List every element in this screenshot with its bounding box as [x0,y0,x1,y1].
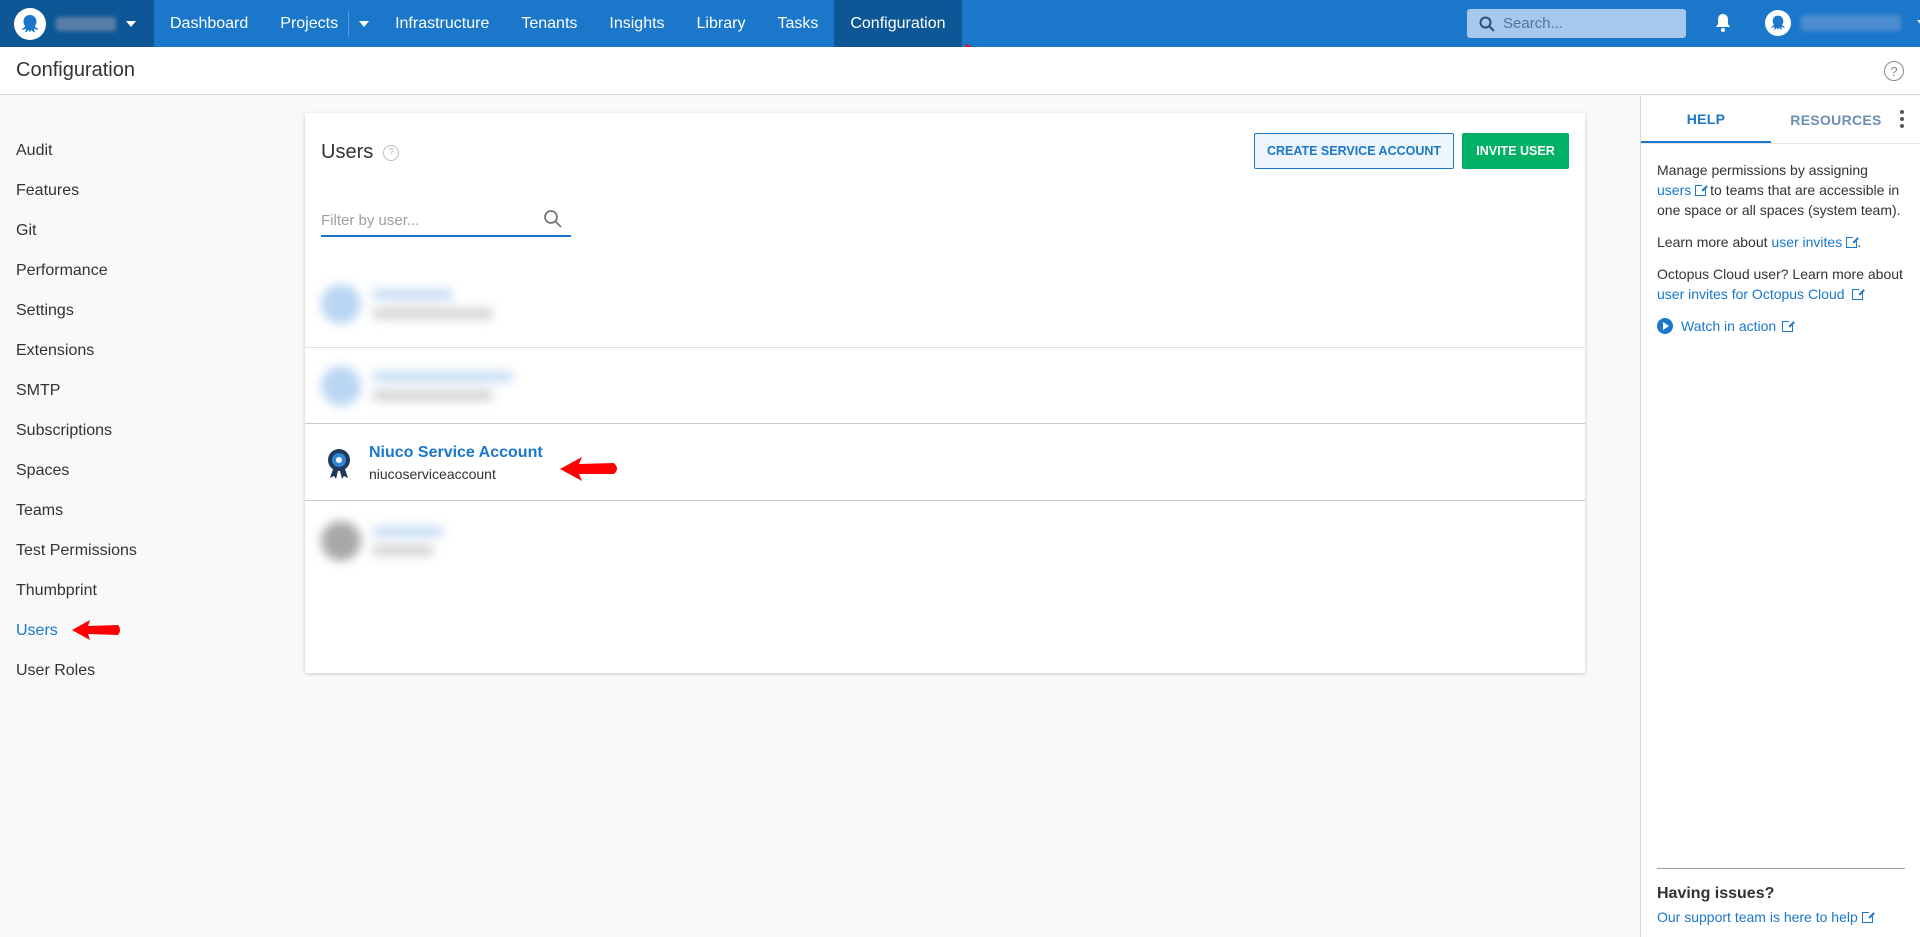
external-link-icon [1846,235,1860,248]
filter-by-user-input[interactable] [321,211,531,229]
nav-insights[interactable]: Insights [593,0,680,47]
play-icon [1657,318,1673,334]
notifications-bell-icon[interactable] [1712,12,1734,34]
projects-dropdown-button[interactable] [349,0,379,47]
external-link-icon [1861,910,1875,923]
watch-in-action-link[interactable]: Watch in action [1657,316,1904,336]
help-question-icon[interactable]: ? [383,144,400,161]
help-icon[interactable]: ? [1884,61,1904,81]
tab-help[interactable]: HELP [1641,96,1771,143]
users-title-text: Users [321,141,374,163]
user-invites-link[interactable]: user invites [1771,234,1842,250]
sidebar-item-teams[interactable]: Teams [0,491,240,531]
users-card-title: Users ? [321,141,400,164]
sidebar-item-performance[interactable]: Performance [0,251,240,291]
help-footer: Having issues? Our support team is here … [1657,868,1905,925]
user-avatar-redacted [321,284,361,324]
annotation-arrow-users [72,620,120,640]
user-avatar-icon [1765,10,1791,36]
nav-configuration[interactable]: Configuration [834,0,962,47]
space-switcher[interactable] [0,0,154,47]
user-menu[interactable] [1765,10,1920,36]
sidebar-item-subscriptions[interactable]: Subscriptions [0,411,240,451]
sidebar-item-spaces[interactable]: Spaces [0,451,240,491]
sidebar-item-user-roles[interactable]: User Roles [0,651,240,691]
chevron-down-icon [126,20,136,27]
invite-user-button[interactable]: INVITE USER [1462,133,1569,169]
filter-by-user[interactable] [321,205,571,237]
nav-projects[interactable]: Projects [264,0,348,47]
service-account-name-link[interactable]: Niuco Service Account [369,444,543,462]
help-paragraph-cloud: Octopus Cloud user? Learn more about use… [1657,266,1903,302]
global-search-input[interactable] [1503,15,1673,32]
sidebar-item-thumbprint[interactable]: Thumbprint [0,571,240,611]
sidebar-item-settings[interactable]: Settings [0,291,240,331]
tab-resources[interactable]: RESOURCES [1771,96,1901,143]
external-link-icon [1782,318,1796,332]
main-nav: Dashboard Projects Infrastructure Tenant… [154,0,962,47]
watch-in-action-label[interactable]: Watch in action [1681,316,1776,336]
annotation-arrow-service-account [560,457,617,481]
sidebar-item-smtp[interactable]: SMTP [0,371,240,411]
nav-tenants[interactable]: Tenants [505,0,593,47]
support-team-link[interactable]: Our support team is here to help [1657,909,1905,925]
top-navigation-bar: Dashboard Projects Infrastructure Tenant… [0,0,1920,47]
user-row-redacted[interactable] [305,348,1585,424]
configuration-sidebar: Audit Features Git Performance Settings … [0,96,240,691]
sidebar-item-audit[interactable]: Audit [0,131,240,171]
user-avatar-redacted [321,365,361,406]
search-icon [544,210,562,228]
user-row-service-account[interactable]: Niuco Service Account niucoserviceaccoun… [305,425,1585,501]
user-name-redacted [1801,15,1901,31]
sidebar-item-features[interactable]: Features [0,171,240,211]
nav-tasks[interactable]: Tasks [761,0,834,47]
help-panel: HELP RESOURCES Manage permissions by ass… [1640,96,1920,937]
sidebar-item-extensions[interactable]: Extensions [0,331,240,371]
having-issues-heading: Having issues? [1657,885,1775,902]
octopus-logo-icon [14,7,46,40]
chevron-down-icon [359,20,370,27]
page-title: Configuration [16,59,135,81]
users-card: Users ? CREATE SERVICE ACCOUNT INVITE US… [305,113,1585,673]
sidebar-item-test-permissions[interactable]: Test Permissions [0,531,240,571]
help-content: Manage permissions by assigning users to… [1641,144,1920,352]
users-docs-link[interactable]: users [1657,182,1691,198]
page-header: Configuration ? [0,47,1920,95]
external-link-icon [1852,287,1866,300]
global-search[interactable] [1467,9,1686,38]
service-account-login: niucoserviceaccount [369,465,496,482]
user-row-redacted[interactable] [305,266,1585,342]
create-service-account-button[interactable]: CREATE SERVICE ACCOUNT [1254,133,1454,169]
sidebar-item-git[interactable]: Git [0,211,240,251]
search-icon [1479,16,1495,32]
nav-dashboard[interactable]: Dashboard [154,0,264,47]
external-link-icon [1695,183,1709,196]
more-options-icon[interactable] [1900,110,1904,128]
user-invites-cloud-link[interactable]: user invites for Octopus Cloud [1657,286,1845,302]
user-avatar-redacted [321,521,361,561]
user-row-redacted[interactable] [305,503,1585,579]
space-name-redacted [56,16,116,31]
nav-library[interactable]: Library [681,0,762,47]
help-paragraph-invites: Learn more about user invites. [1657,234,1862,250]
service-account-icon [321,445,357,481]
help-paragraph-permissions: Manage permissions by assigning users to… [1657,162,1901,218]
help-panel-tabs: HELP RESOURCES [1641,96,1920,144]
nav-infrastructure[interactable]: Infrastructure [379,0,505,47]
